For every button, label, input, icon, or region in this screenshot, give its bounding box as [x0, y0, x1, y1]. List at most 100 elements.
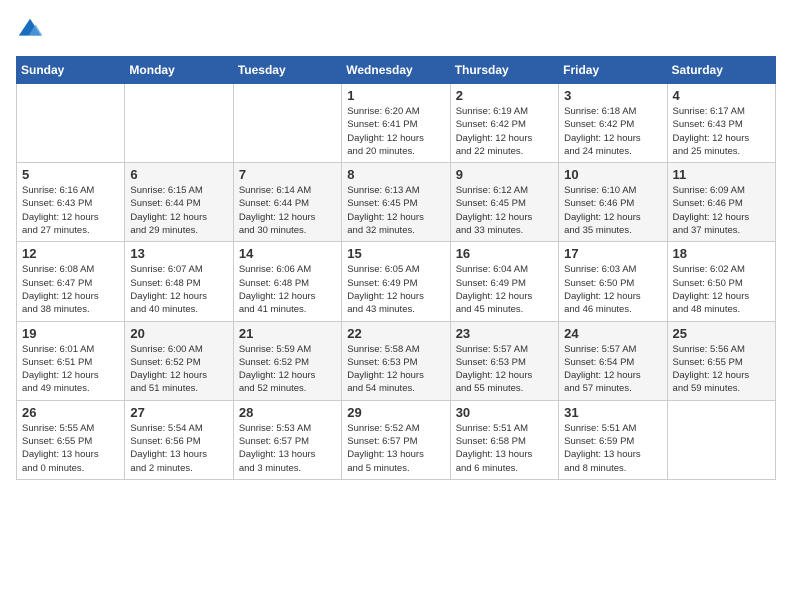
day-info: Sunrise: 6:17 AM Sunset: 6:43 PM Dayligh…	[673, 105, 770, 158]
calendar-cell: 7 Sunrise: 6:14 AM Sunset: 6:44 PM Daylig…	[233, 163, 341, 242]
calendar-header-row: SundayMondayTuesdayWednesdayThursdayFrid…	[17, 57, 776, 84]
calendar-table: SundayMondayTuesdayWednesdayThursdayFrid…	[16, 56, 776, 480]
calendar-cell: 28 Sunrise: 5:53 AM Sunset: 6:57 PM Dayli…	[233, 400, 341, 479]
day-number: 27	[130, 405, 227, 420]
day-info: Sunrise: 6:07 AM Sunset: 6:48 PM Dayligh…	[130, 263, 227, 316]
day-number: 2	[456, 88, 553, 103]
day-number: 6	[130, 167, 227, 182]
day-number: 10	[564, 167, 661, 182]
calendar-week-2: 5 Sunrise: 6:16 AM Sunset: 6:43 PM Daylig…	[17, 163, 776, 242]
calendar-cell: 10 Sunrise: 6:10 AM Sunset: 6:46 PM Dayli…	[559, 163, 667, 242]
day-number: 7	[239, 167, 336, 182]
calendar-cell: 22Sunrise: 5:58 AM Sunset: 6:53 PM Dayli…	[342, 321, 450, 400]
day-number: 24	[564, 326, 661, 341]
calendar-cell: 18 Sunrise: 6:02 AM Sunset: 6:50 PM Dayli…	[667, 242, 775, 321]
calendar-cell: 30 Sunrise: 5:51 AM Sunset: 6:58 PM Dayli…	[450, 400, 558, 479]
day-number: 26	[22, 405, 119, 420]
day-info: Sunrise: 5:59 AM Sunset: 6:52 PM Dayligh…	[239, 343, 336, 396]
page-header	[16, 16, 776, 44]
day-info: Sunrise: 6:16 AM Sunset: 6:43 PM Dayligh…	[22, 184, 119, 237]
day-info: Sunrise: 6:18 AM Sunset: 6:42 PM Dayligh…	[564, 105, 661, 158]
calendar-cell: 23 Sunrise: 5:57 AM Sunset: 6:53 PM Dayli…	[450, 321, 558, 400]
day-number: 8	[347, 167, 444, 182]
day-info: Sunrise: 6:08 AM Sunset: 6:47 PM Dayligh…	[22, 263, 119, 316]
day-info: Sunrise: 6:05 AM Sunset: 6:49 PM Dayligh…	[347, 263, 444, 316]
day-number: 3	[564, 88, 661, 103]
day-info: Sunrise: 6:09 AM Sunset: 6:46 PM Dayligh…	[673, 184, 770, 237]
day-number: 1	[347, 88, 444, 103]
day-number: 13	[130, 246, 227, 261]
calendar-cell: 3 Sunrise: 6:18 AM Sunset: 6:42 PM Daylig…	[559, 84, 667, 163]
day-info: Sunrise: 6:19 AM Sunset: 6:42 PM Dayligh…	[456, 105, 553, 158]
calendar-cell: 2 Sunrise: 6:19 AM Sunset: 6:42 PM Daylig…	[450, 84, 558, 163]
calendar-cell: 1 Sunrise: 6:20 AM Sunset: 6:41 PM Daylig…	[342, 84, 450, 163]
day-number: 29	[347, 405, 444, 420]
day-info: Sunrise: 6:00 AM Sunset: 6:52 PM Dayligh…	[130, 343, 227, 396]
calendar-cell: 20 Sunrise: 6:00 AM Sunset: 6:52 PM Dayli…	[125, 321, 233, 400]
day-number: 19	[22, 326, 119, 341]
day-number: 11	[673, 167, 770, 182]
day-info: Sunrise: 6:10 AM Sunset: 6:46 PM Dayligh…	[564, 184, 661, 237]
calendar-cell: 13 Sunrise: 6:07 AM Sunset: 6:48 PM Dayli…	[125, 242, 233, 321]
day-number: 20	[130, 326, 227, 341]
day-number: 4	[673, 88, 770, 103]
day-info: Sunrise: 5:54 AM Sunset: 6:56 PM Dayligh…	[130, 422, 227, 475]
day-number: 5	[22, 167, 119, 182]
day-number: 14	[239, 246, 336, 261]
day-info: Sunrise: 5:58 AM Sunset: 6:53 PM Dayligh…	[347, 343, 444, 396]
calendar-cell: 17 Sunrise: 6:03 AM Sunset: 6:50 PM Dayli…	[559, 242, 667, 321]
calendar-cell: 27 Sunrise: 5:54 AM Sunset: 6:56 PM Dayli…	[125, 400, 233, 479]
day-info: Sunrise: 6:02 AM Sunset: 6:50 PM Dayligh…	[673, 263, 770, 316]
calendar-cell	[17, 84, 125, 163]
day-header-wednesday: Wednesday	[342, 57, 450, 84]
day-info: Sunrise: 6:12 AM Sunset: 6:45 PM Dayligh…	[456, 184, 553, 237]
day-number: 21	[239, 326, 336, 341]
calendar-cell: 6Sunrise: 6:15 AM Sunset: 6:44 PM Daylig…	[125, 163, 233, 242]
calendar-cell	[233, 84, 341, 163]
day-info: Sunrise: 6:20 AM Sunset: 6:41 PM Dayligh…	[347, 105, 444, 158]
day-info: Sunrise: 5:53 AM Sunset: 6:57 PM Dayligh…	[239, 422, 336, 475]
day-info: Sunrise: 6:13 AM Sunset: 6:45 PM Dayligh…	[347, 184, 444, 237]
calendar-cell: 9 Sunrise: 6:12 AM Sunset: 6:45 PM Daylig…	[450, 163, 558, 242]
calendar-week-3: 12 Sunrise: 6:08 AM Sunset: 6:47 PM Dayli…	[17, 242, 776, 321]
day-number: 15	[347, 246, 444, 261]
calendar-week-1: 1 Sunrise: 6:20 AM Sunset: 6:41 PM Daylig…	[17, 84, 776, 163]
calendar-cell: 24 Sunrise: 5:57 AM Sunset: 6:54 PM Dayli…	[559, 321, 667, 400]
calendar-cell	[125, 84, 233, 163]
calendar-cell: 4 Sunrise: 6:17 AM Sunset: 6:43 PM Daylig…	[667, 84, 775, 163]
day-info: Sunrise: 6:06 AM Sunset: 6:48 PM Dayligh…	[239, 263, 336, 316]
calendar-week-5: 26 Sunrise: 5:55 AM Sunset: 6:55 PM Dayli…	[17, 400, 776, 479]
day-header-sunday: Sunday	[17, 57, 125, 84]
day-number: 9	[456, 167, 553, 182]
calendar-cell: 29 Sunrise: 5:52 AM Sunset: 6:57 PM Dayli…	[342, 400, 450, 479]
day-info: Sunrise: 5:51 AM Sunset: 6:58 PM Dayligh…	[456, 422, 553, 475]
day-number: 18	[673, 246, 770, 261]
day-info: Sunrise: 5:52 AM Sunset: 6:57 PM Dayligh…	[347, 422, 444, 475]
day-number: 31	[564, 405, 661, 420]
calendar-cell: 11 Sunrise: 6:09 AM Sunset: 6:46 PM Dayli…	[667, 163, 775, 242]
logo-icon	[16, 16, 44, 44]
day-info: Sunrise: 5:55 AM Sunset: 6:55 PM Dayligh…	[22, 422, 119, 475]
calendar-cell	[667, 400, 775, 479]
day-info: Sunrise: 5:57 AM Sunset: 6:54 PM Dayligh…	[564, 343, 661, 396]
day-number: 12	[22, 246, 119, 261]
calendar-cell: 14 Sunrise: 6:06 AM Sunset: 6:48 PM Dayli…	[233, 242, 341, 321]
day-number: 23	[456, 326, 553, 341]
day-info: Sunrise: 6:04 AM Sunset: 6:49 PM Dayligh…	[456, 263, 553, 316]
calendar-cell: 15 Sunrise: 6:05 AM Sunset: 6:49 PM Dayli…	[342, 242, 450, 321]
day-number: 17	[564, 246, 661, 261]
day-header-friday: Friday	[559, 57, 667, 84]
day-number: 30	[456, 405, 553, 420]
calendar-cell: 19 Sunrise: 6:01 AM Sunset: 6:51 PM Dayli…	[17, 321, 125, 400]
day-info: Sunrise: 6:01 AM Sunset: 6:51 PM Dayligh…	[22, 343, 119, 396]
day-info: Sunrise: 6:03 AM Sunset: 6:50 PM Dayligh…	[564, 263, 661, 316]
day-info: Sunrise: 6:14 AM Sunset: 6:44 PM Dayligh…	[239, 184, 336, 237]
day-number: 28	[239, 405, 336, 420]
day-number: 25	[673, 326, 770, 341]
calendar-cell: 5 Sunrise: 6:16 AM Sunset: 6:43 PM Daylig…	[17, 163, 125, 242]
calendar-cell: 8 Sunrise: 6:13 AM Sunset: 6:45 PM Daylig…	[342, 163, 450, 242]
calendar-cell: 31Sunrise: 5:51 AM Sunset: 6:59 PM Dayli…	[559, 400, 667, 479]
day-info: Sunrise: 5:57 AM Sunset: 6:53 PM Dayligh…	[456, 343, 553, 396]
calendar-week-4: 19 Sunrise: 6:01 AM Sunset: 6:51 PM Dayli…	[17, 321, 776, 400]
day-header-tuesday: Tuesday	[233, 57, 341, 84]
